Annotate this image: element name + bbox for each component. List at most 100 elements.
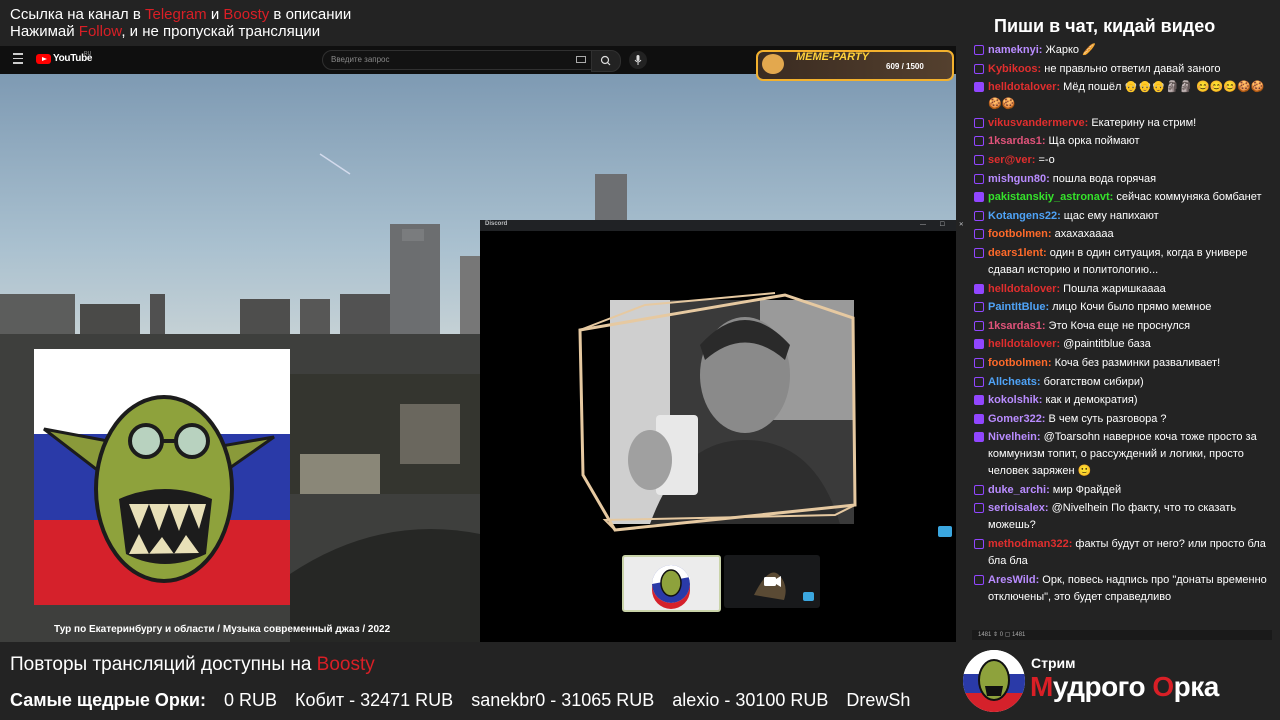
chat-text: сейчас коммуняка бомбанет: [1113, 191, 1262, 204]
chat-bubble-small-icon[interactable]: [803, 592, 814, 601]
chat-message[interactable]: nameknyi: Жарко 🥖: [972, 42, 1272, 59]
chat-message[interactable]: mishgun80: пошла вода горячая: [972, 171, 1272, 188]
chat-bubble-icon[interactable]: [938, 526, 952, 537]
chat-username[interactable]: 1ksardas1:: [988, 320, 1046, 332]
chat-message[interactable]: vikusvandermerve: Екатерину на стрим!: [972, 115, 1272, 132]
keyboard-icon[interactable]: [576, 56, 586, 63]
chat-text: Коча без разминки разваливает!: [1051, 356, 1221, 369]
chat-username[interactable]: Nivelhein:: [988, 431, 1041, 443]
chat-message[interactable]: 1ksardas1: Это Коча еще не проснулся: [972, 318, 1272, 335]
chat-username[interactable]: Kotangens22:: [988, 210, 1061, 222]
chat-message[interactable]: AresWild: Орк, повесь надпись про "донат…: [972, 572, 1272, 606]
chat-username[interactable]: footbolmen:: [988, 228, 1052, 240]
chat-message[interactable]: helldotalover: Пошла жаришкаааа: [972, 281, 1272, 298]
menu-icon[interactable]: [13, 53, 23, 64]
chat-badge-icon: [974, 229, 984, 240]
orc-thumb-icon: [652, 565, 690, 609]
search-button[interactable]: [591, 50, 621, 72]
chat-text: пошла вода горячая: [1049, 172, 1157, 185]
chat-username[interactable]: AresWild:: [988, 574, 1039, 586]
chat-username[interactable]: Allcheats:: [988, 376, 1041, 388]
chat-username[interactable]: kokolshik:: [988, 394, 1042, 406]
chat-username[interactable]: dears1lent:: [988, 247, 1047, 259]
discord-titlebar: [480, 220, 956, 231]
participant-tile-camera[interactable]: [724, 555, 820, 608]
chat-text: Ща орка поймают: [1045, 135, 1140, 148]
chat-username[interactable]: serioisalex:: [988, 502, 1049, 514]
chat-username[interactable]: vikusvandermerve:: [988, 117, 1088, 129]
chat-message[interactable]: Kybikoos: не правльно ответил давай зано…: [972, 61, 1272, 78]
channel-logo: [963, 650, 1025, 712]
chat-text: Жарко 🥖: [1042, 44, 1096, 56]
chat-username[interactable]: pakistanskiy_astronavt:: [988, 191, 1113, 203]
chat-message[interactable]: serioisalex: @Nivelhein По факту, что то…: [972, 500, 1272, 534]
orc-avatar-icon: [34, 349, 290, 605]
chat-username[interactable]: PaintItBlue:: [988, 301, 1049, 313]
chat-badge-icon: [974, 247, 984, 258]
donors-ticker: Самые щедрые Орки: 0 RUB Кобит - 32471 RUB…: [10, 690, 928, 711]
subscriber-badge-icon: [974, 432, 984, 443]
donor-entry: DrewSh: [846, 690, 911, 710]
chat-username[interactable]: 1ksardas1:: [988, 135, 1046, 147]
chat-message[interactable]: Kotangens22: щас ему напихают: [972, 208, 1272, 225]
chat-message[interactable]: footbolmen: Коча без разминки разваливае…: [972, 355, 1272, 372]
chat-username[interactable]: mishgun80:: [988, 173, 1050, 185]
subscriber-badge-icon: [974, 82, 984, 93]
chat-message[interactable]: dears1lent: один в один ситуация, когда …: [972, 245, 1272, 279]
chat-message[interactable]: footbolmen: ахахахаааа: [972, 226, 1272, 243]
overlay-links-line: Ссылка на канал в Telegram и Boosty в оп…: [10, 6, 352, 23]
chat-message[interactable]: Allcheats: богатством сибири): [972, 374, 1272, 391]
microphone-button[interactable]: [629, 51, 647, 69]
youtube-logo-icon[interactable]: [36, 54, 51, 64]
donors-label: Самые щедрые Орки:: [10, 690, 206, 710]
chat-username[interactable]: nameknyi:: [988, 44, 1042, 56]
doge-icon: [762, 54, 784, 74]
chat-username[interactable]: Kybikoos:: [988, 63, 1041, 75]
chat-username[interactable]: methodman322:: [988, 538, 1072, 550]
chat-feed[interactable]: nameknyi: Жарко 🥖 Kybikoos: не правльно о…: [972, 42, 1272, 628]
chat-text: мир Фрайдей: [1049, 483, 1122, 496]
chat-username[interactable]: ser@ver:: [988, 154, 1035, 166]
search-icon: [600, 55, 611, 66]
region-label: RU: [84, 51, 92, 57]
chat-username[interactable]: helldotalover:: [988, 283, 1060, 295]
chat-username[interactable]: footbolmen:: [988, 357, 1052, 369]
orc-flag-picture: [34, 349, 290, 605]
chat-badge-icon: [974, 210, 984, 221]
chat-text: Пошла жаришкаааа: [1060, 282, 1166, 295]
chat-message[interactable]: PaintItBlue: лицо Кочи было прямо мемное: [972, 299, 1272, 316]
chat-username[interactable]: Gomer322:: [988, 413, 1045, 425]
subscriber-badge-icon: [974, 283, 984, 294]
chat-message[interactable]: 1ksardas1: Ща орка поймают: [972, 133, 1272, 150]
chat-message[interactable]: ser@ver: =-o: [972, 152, 1272, 169]
window-controls[interactable]: — ☐ ✕: [920, 221, 970, 228]
chat-message[interactable]: kokolshik: как и демократия): [972, 392, 1272, 409]
video-title: Тур по Екатеринбургу и области / Музыка …: [54, 624, 391, 635]
chat-username[interactable]: helldotalover:: [988, 338, 1060, 350]
chat-message[interactable]: helldotalover: @paintitblue база: [972, 336, 1272, 353]
camera-frame-decoration: [578, 292, 857, 532]
discord-title: Discord: [485, 221, 508, 227]
chat-message[interactable]: pakistanskiy_astronavt: сейчас коммуняка…: [972, 189, 1272, 206]
follow-text: Follow: [78, 23, 122, 40]
chat-badge-icon: [974, 117, 984, 128]
meme-party-count: 609 / 1500: [886, 62, 924, 71]
chat-badge-icon: [974, 45, 984, 55]
chat-text: как и демократия): [1042, 394, 1138, 407]
chat-text: лицо Кочи было прямо мемное: [1049, 301, 1212, 314]
chat-badge-icon: [974, 376, 984, 387]
meme-party-widget: MEME-PARTY 609 / 1500: [756, 50, 954, 81]
search-input[interactable]: Введите запрос: [322, 50, 592, 70]
chat-text: ахахахаааа: [1051, 228, 1114, 241]
chat-message[interactable]: methodman322: факты будут от него? или п…: [972, 536, 1272, 570]
chat-text: не правльно ответил давай заного: [1041, 62, 1221, 75]
chat-message[interactable]: Gomer322: В чем суть разговора ?: [972, 411, 1272, 428]
subscriber-badge-icon: [974, 339, 984, 350]
chat-message[interactable]: Nivelhein: @Toarsohn наверное коча тоже …: [972, 429, 1272, 480]
chat-badge-icon: [974, 63, 984, 74]
chat-message[interactable]: duke_archi: мир Фрайдей: [972, 482, 1272, 499]
chat-message[interactable]: helldotalover: Мёд пошёл 👴👴👴🗿🗿 😊😊😊🍪🍪🍪🍪: [972, 79, 1272, 113]
participant-tile-orc[interactable]: [622, 555, 721, 612]
chat-username[interactable]: helldotalover:: [988, 81, 1060, 93]
chat-username[interactable]: duke_archi:: [988, 484, 1050, 496]
